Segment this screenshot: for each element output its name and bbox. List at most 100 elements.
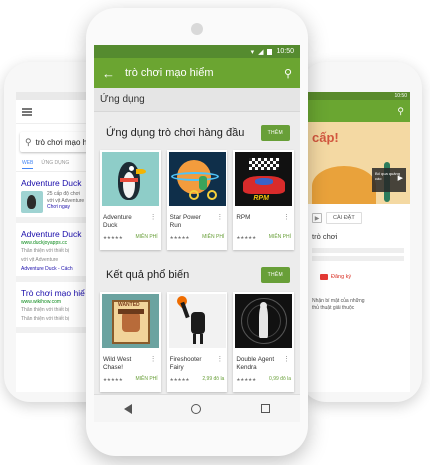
overflow-menu-icon[interactable]: ⋮: [283, 213, 290, 221]
subscribe-button[interactable]: Đăng ký: [306, 264, 410, 284]
skip-ad-box[interactable]: Bố qua quảng cáo ▶: [372, 168, 406, 192]
search-icon[interactable]: ⚲: [397, 106, 404, 117]
video-footer: Nhận bí mật của những thủ thuật giải thu…: [306, 284, 410, 312]
block-heading: Kết quả phổ biến: [106, 269, 190, 281]
sun-shape: [312, 166, 376, 204]
left-search-query: trò chơi mạo hi: [35, 137, 89, 147]
video-ad-hero[interactable]: cấp! Bố qua quảng cáo ▶: [306, 122, 410, 204]
more-button[interactable]: THÊM: [260, 267, 290, 283]
nav-recents-icon[interactable]: [261, 404, 271, 413]
app-name-line: Run: [169, 221, 182, 229]
play-icon: ▶: [397, 175, 403, 182]
app-card[interactable]: Adventure Duck ⋮ ★★★★★ MIỄN PHÍ: [100, 150, 161, 250]
right-status-bar: 10:50: [306, 92, 410, 100]
app-card-row: WANTED Wild West Chase! ⋮ ★★★★★ MIỄN PHÍ: [94, 286, 300, 392]
rating-stars: ★★★★★: [103, 235, 123, 240]
result-line: Chơi ngay: [47, 204, 71, 210]
app-card[interactable]: Star Power Run ⋮ ★★★★★ MIỄN PHÍ: [166, 150, 228, 250]
more-button[interactable]: THÊM: [260, 125, 290, 141]
nav-back-icon[interactable]: [123, 403, 132, 414]
wild-west-chase-icon: WANTED: [102, 294, 159, 348]
rating-stars: ★★★★★: [236, 235, 257, 240]
result-line: 25 cấp độ chơi: [47, 191, 81, 197]
rating-stars: ★★★★★: [169, 377, 190, 382]
overflow-menu-icon[interactable]: ⋮: [283, 355, 290, 363]
right-header: ⚲: [306, 100, 410, 122]
app-name-line: Kendra: [236, 363, 257, 371]
app-name-line: Fireshooter: [169, 356, 202, 363]
menu-icon[interactable]: [22, 107, 32, 116]
tab-apps[interactable]: ỨNG DỤNG: [41, 160, 69, 169]
youtube-icon: [320, 274, 328, 280]
app-name: Star Power Run: [170, 214, 218, 229]
nav-bar: [94, 394, 300, 422]
rating-stars: ★★★★★: [103, 377, 123, 382]
battery-icon: [267, 48, 273, 55]
app-card-row: Adventure Duck ⋮ ★★★★★ MIỄN PHÍ Star Pow…: [94, 144, 300, 250]
install-button[interactable]: CÀI ĐẶT: [326, 212, 362, 224]
app-price: MIỄN PHÍ: [135, 376, 158, 382]
skip-ad-caption: Bố qua quảng cáo: [375, 171, 400, 181]
app-name-line: Fairy: [169, 363, 184, 371]
overflow-menu-icon[interactable]: ⋮: [216, 355, 223, 363]
star-power-run-icon: [168, 152, 226, 206]
front-screen: ▾ ◢ 10:50 ← trò chơi mạo hiểm ⚲ Ứng dụng…: [94, 45, 300, 422]
nav-home-icon[interactable]: [191, 403, 202, 414]
right-phone-screen: 10:50 ⚲ cấp! Bố qua quảng cáo ▶ ▶ CÀI ĐẶ…: [306, 92, 410, 392]
app-name: Double Agent Kendra: [236, 356, 284, 371]
app-name-line: Duck: [103, 221, 118, 229]
block-heading: Ứng dụng trò chơi hàng đầu: [106, 127, 245, 139]
overflow-menu-icon[interactable]: ⋮: [150, 355, 157, 363]
front-phone: ▾ ◢ 10:50 ← trò chơi mạo hiểm ⚲ Ứng dụng…: [86, 8, 308, 456]
app-price: MIỄN PHÍ: [268, 234, 292, 240]
app-bar: ← trò chơi mạo hiểm ⚲: [94, 58, 300, 88]
app-card[interactable]: RPM RPM ⋮ ★★★★★ MIỄN PHÍ: [233, 150, 295, 250]
signal-icon: ◢: [258, 48, 264, 56]
stage: ⚲ trò chơi mạo hi WEB ỨNG DỤNG Adventure…: [0, 0, 430, 465]
app-name-line: Chase!: [103, 363, 123, 371]
play-store-icon: ▶: [312, 213, 322, 223]
app-name: Adventure Duck: [103, 214, 151, 229]
overflow-menu-icon[interactable]: ⋮: [150, 213, 157, 221]
wanted-sign-text: WANTED: [118, 302, 140, 308]
search-icon[interactable]: ⚲: [284, 67, 292, 80]
app-name: Wild West Chase!: [103, 356, 151, 371]
app-name-line: Adventure: [103, 214, 132, 221]
app-name-line: RPM: [236, 214, 251, 221]
wifi-icon: ▾: [250, 48, 255, 56]
back-arrow-icon[interactable]: ←: [102, 66, 115, 81]
app-card[interactable]: Fireshooter Fairy ⋮ ★★★★★ 2,99 đô la: [166, 292, 228, 392]
app-name-line: Star Power: [169, 214, 201, 221]
placeholder-line: [312, 256, 404, 261]
app-card[interactable]: Double Agent Kendra ⋮ ★★★★★ 0,99 đô la: [233, 292, 295, 392]
status-bar: ▾ ◢ 10:50: [94, 45, 300, 58]
rpm-logo-text: RPM: [253, 195, 269, 202]
overflow-menu-icon[interactable]: ⋮: [216, 213, 223, 221]
footer-line: Nhận bí mật của những: [312, 298, 365, 304]
right-phone: 10:50 ⚲ cấp! Bố qua quảng cáo ▶ ▶ CÀI ĐẶ…: [300, 62, 422, 402]
app-price: 0,99 đô la: [269, 376, 292, 382]
placeholder-line: [312, 248, 404, 253]
search-icon: ⚲: [25, 136, 32, 147]
footer-line: thủ thuật giải thuộc: [312, 305, 355, 311]
app-name-line: Double Agent: [236, 356, 275, 363]
app-price: MIỄN PHÍ: [202, 234, 225, 240]
ad-description: trò chơi: [312, 232, 338, 241]
search-query-title[interactable]: trò chơi mạo hiểm: [125, 67, 284, 79]
subscribe-label: Đăng ký: [331, 274, 352, 280]
app-price: 2,99 đô la: [202, 376, 225, 382]
tab-web[interactable]: WEB: [22, 160, 34, 169]
hero-title: cấp!: [312, 130, 339, 145]
app-name: RPM: [236, 214, 284, 222]
block-header: Ứng dụng trò chơi hàng đầu THÊM: [94, 112, 300, 144]
camera-icon: [191, 23, 203, 35]
install-row: ▶ CÀI ĐẶT: [306, 204, 410, 228]
fireshooter-fairy-icon: [168, 294, 226, 348]
adventure-duck-app-icon[interactable]: [21, 191, 43, 213]
app-price: MIỄN PHÍ: [135, 234, 158, 240]
app-card[interactable]: WANTED Wild West Chase! ⋮ ★★★★★ MIỄN PHÍ: [100, 292, 161, 392]
rpm-icon: RPM: [235, 152, 293, 206]
app-name: Fireshooter Fairy: [170, 356, 218, 371]
double-agent-kendra-icon: [235, 294, 293, 348]
app-name-line: Wild West: [103, 356, 132, 363]
